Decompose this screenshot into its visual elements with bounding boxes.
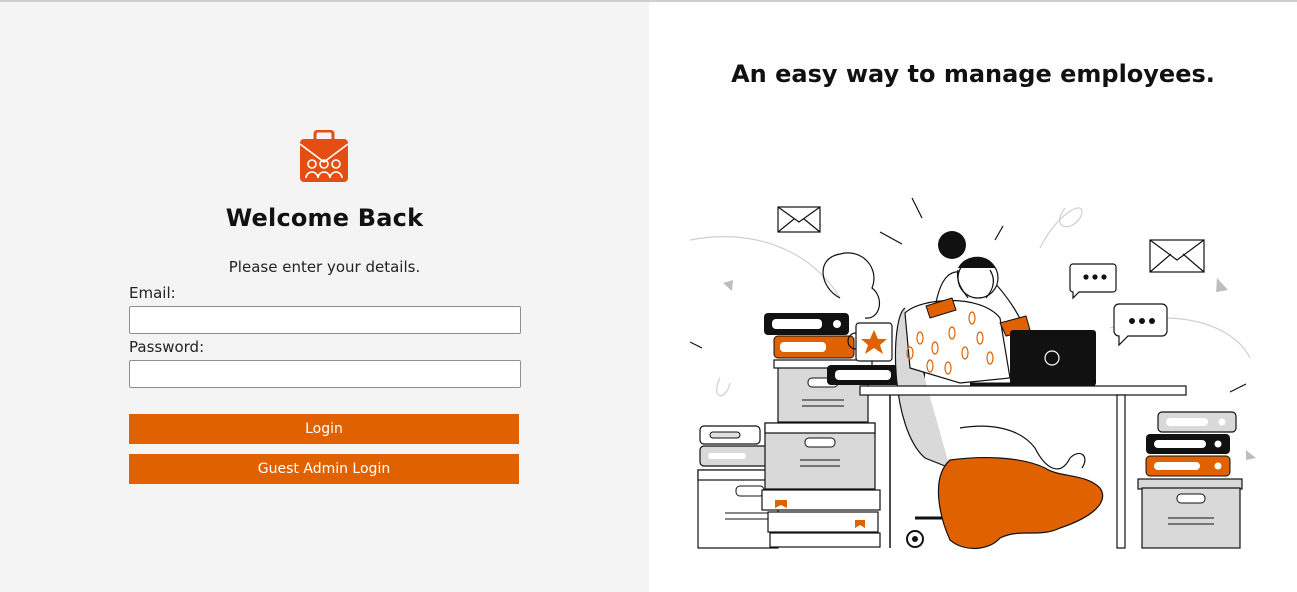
email-field[interactable] — [129, 306, 521, 334]
guest-admin-login-button[interactable]: Guest Admin Login — [129, 454, 519, 484]
login-button[interactable]: Login — [129, 414, 519, 444]
stressed-employee-desk-illustration — [690, 197, 1256, 549]
briefcase-team-icon — [299, 130, 349, 182]
email-label: Email: — [129, 284, 176, 302]
password-field[interactable] — [129, 360, 521, 388]
hero-headline: An easy way to manage employees. — [731, 60, 1215, 88]
password-label: Password: — [129, 338, 205, 356]
login-panel — [0, 2, 649, 592]
login-subtitle: Please enter your details. — [228, 258, 421, 276]
welcome-title: Welcome Back — [225, 204, 424, 232]
